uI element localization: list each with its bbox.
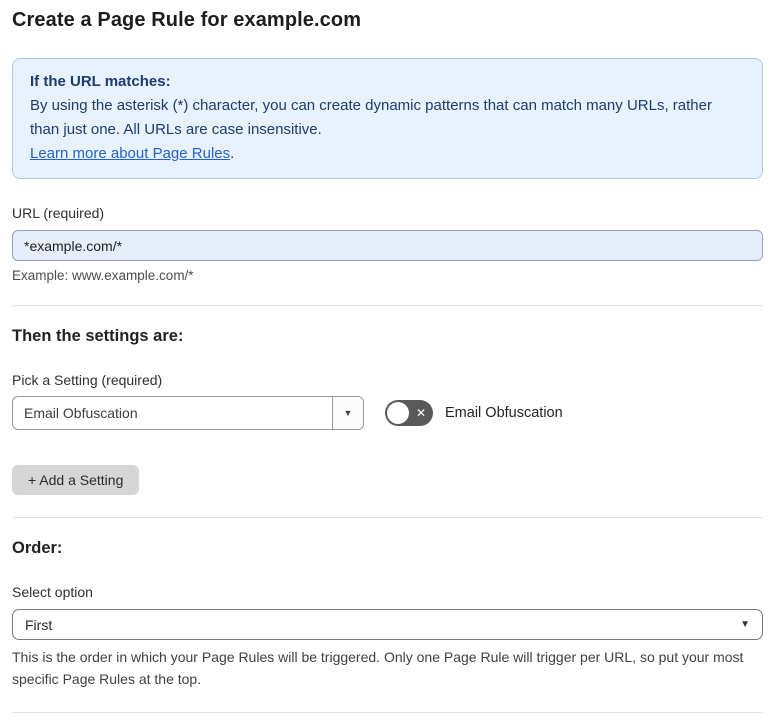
info-box-link-line: Learn more about Page Rules. [30,142,745,166]
url-example-hint: Example: www.example.com/* [12,268,194,283]
link-period: . [230,145,235,162]
divider [12,305,763,306]
setting-dropdown[interactable]: Email Obfuscation ▼ [12,396,364,430]
setting-dropdown-value: Email Obfuscation [24,405,138,421]
url-input[interactable] [12,230,763,261]
order-select-label: Select option [12,584,93,600]
add-setting-button[interactable]: + Add a Setting [12,465,140,495]
page-rule-form: Create a Page Rule for example.com If th… [0,9,775,717]
page-title: Create a Page Rule for example.com [12,9,362,31]
url-field-label: URL (required) [12,205,105,221]
toggle-knob [387,402,409,424]
dropdown-caret-segment[interactable]: ▼ [332,397,363,429]
order-select-value: First [25,616,53,633]
divider [12,517,763,518]
order-hint: This is the order in which your Page Rul… [12,649,744,687]
chevron-down-icon: ▼ [740,619,750,630]
info-box-body: By using the asterisk (*) character, you… [30,97,712,138]
info-box-heading: If the URL matches: [30,73,171,90]
settings-section-heading: Then the settings are: [12,327,184,345]
toggle-off-x-icon: ✕ [415,406,426,420]
divider [12,712,763,713]
pick-setting-label: Pick a Setting (required) [12,372,163,388]
learn-more-link[interactable]: Learn more about Page Rules [30,145,230,162]
setting-row: Email Obfuscation ▼ ✕ Email Obfuscation [12,396,763,430]
toggle-label: Email Obfuscation [445,405,563,421]
order-select[interactable]: First ▼ [12,609,763,640]
url-match-info-box: If the URL matches: By using the asteris… [12,58,763,179]
order-section-heading: Order: [12,539,63,557]
email-obfuscation-toggle[interactable]: ✕ [385,400,433,426]
chevron-down-icon: ▼ [343,408,353,418]
